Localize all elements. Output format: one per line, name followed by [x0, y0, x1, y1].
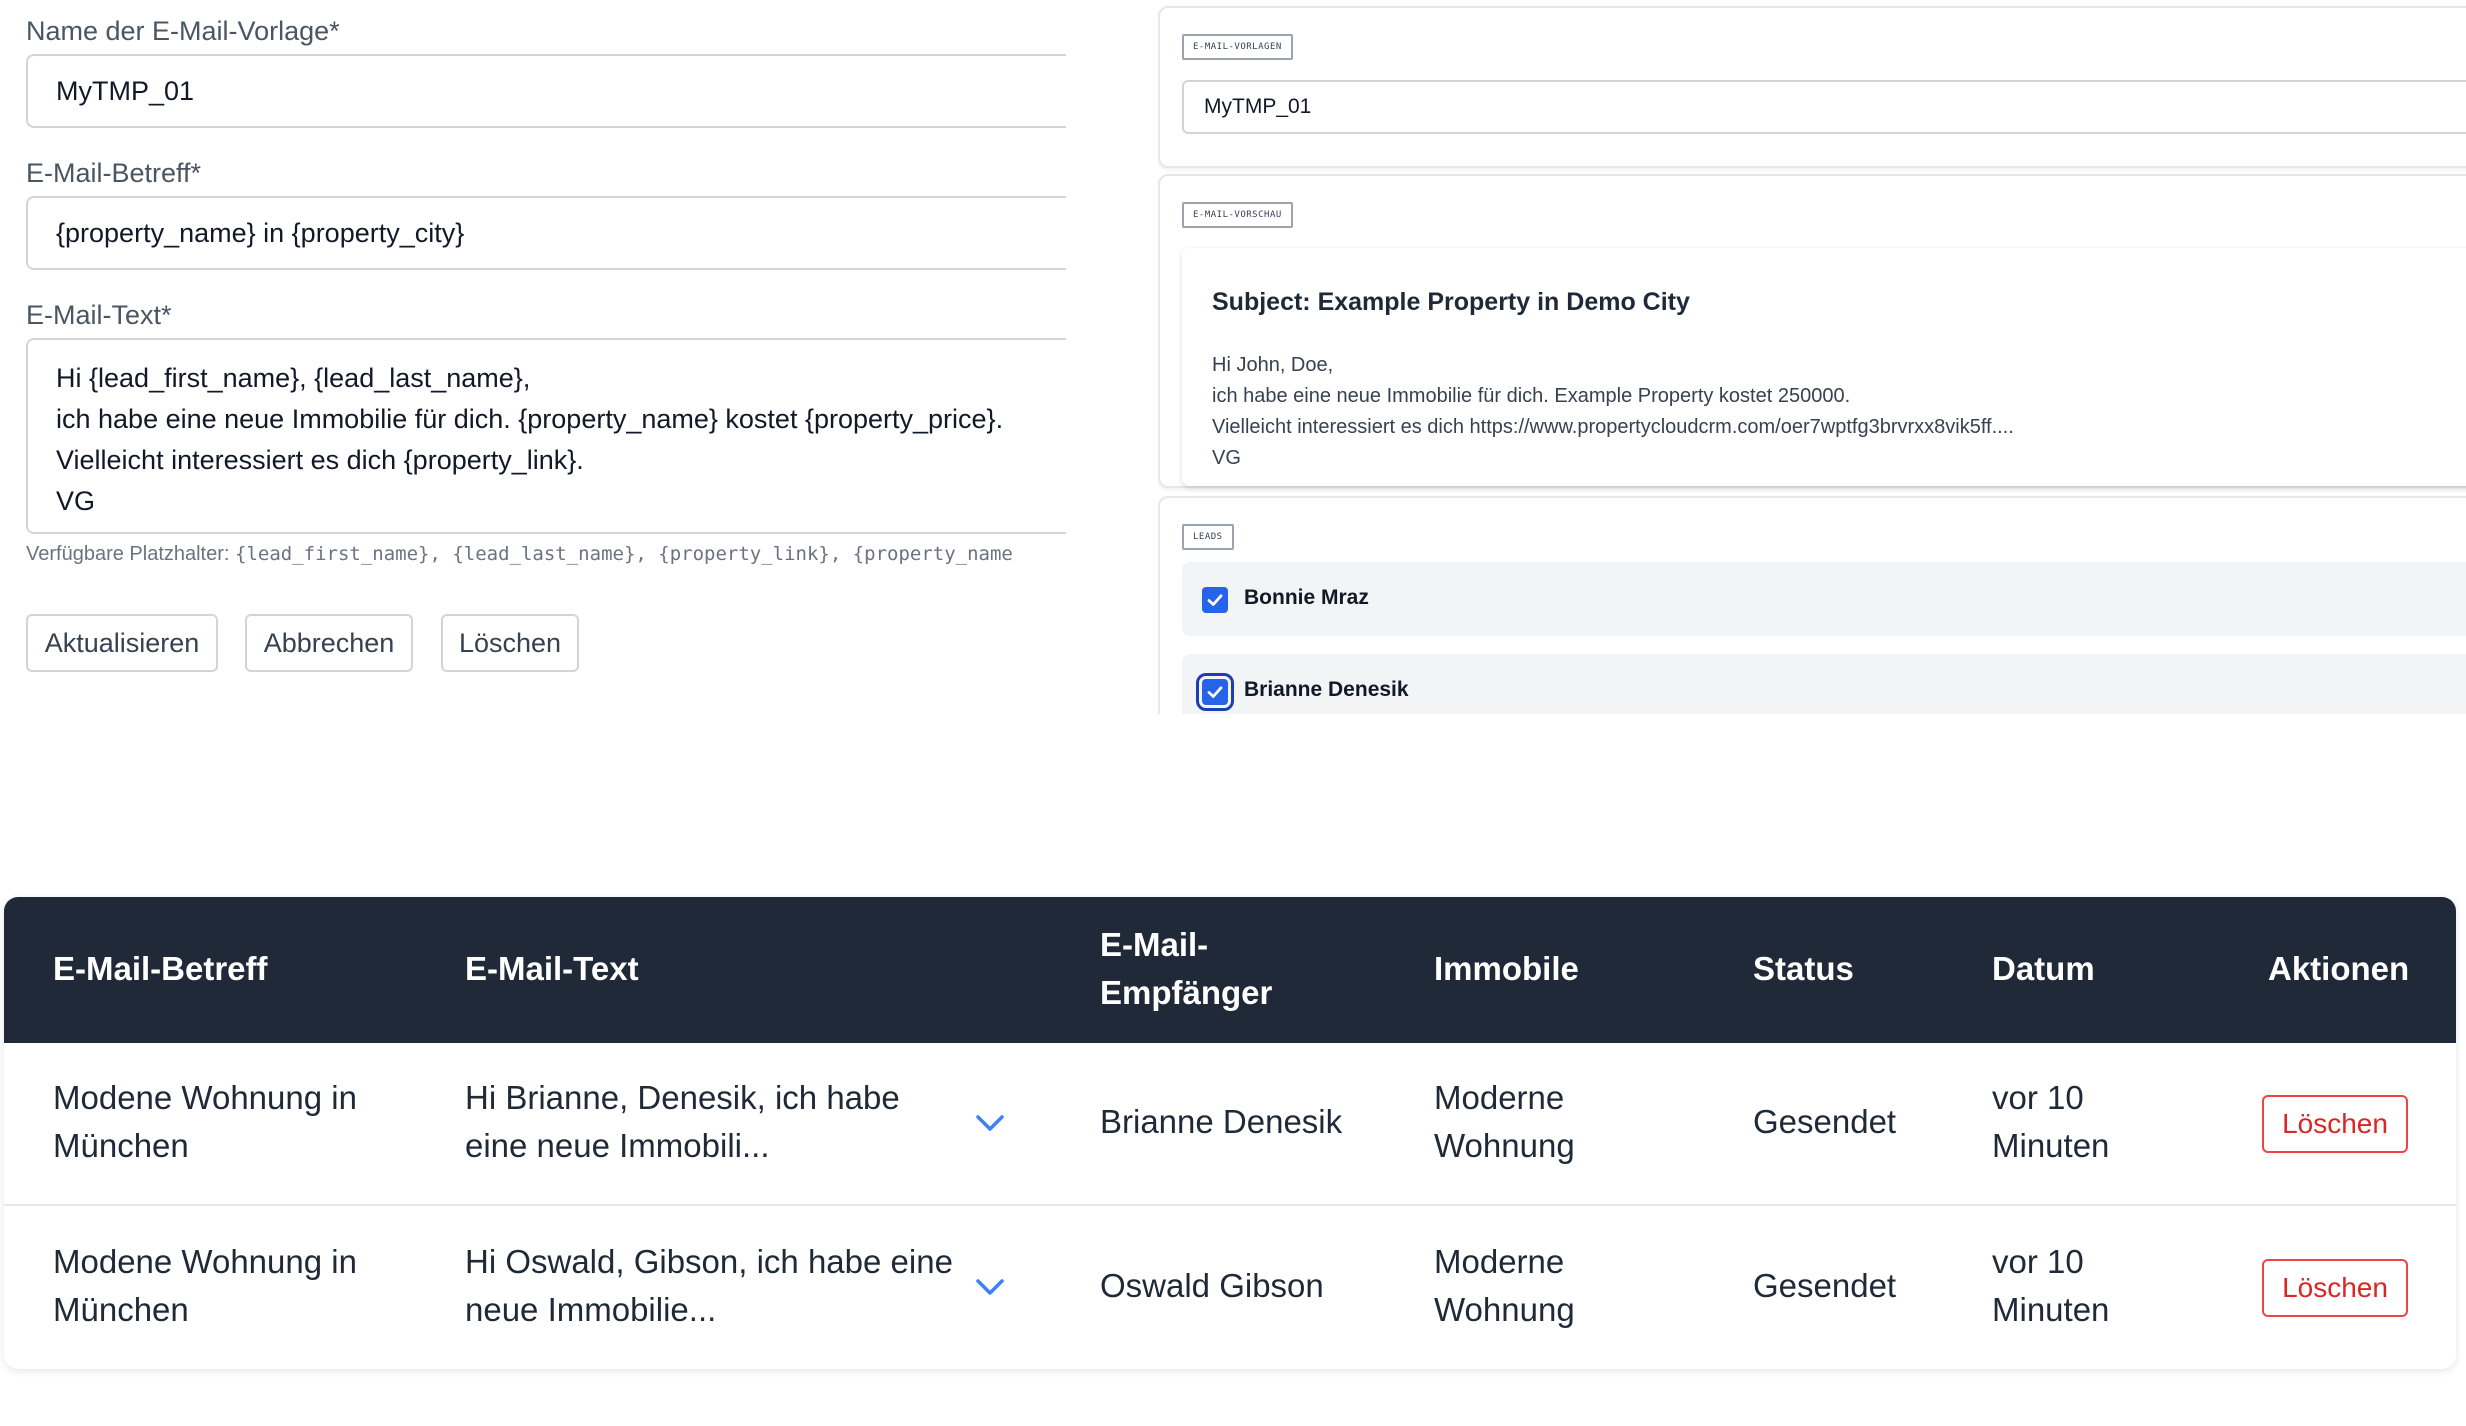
preview-tag: E-MAIL-VORSCHAU	[1182, 202, 1293, 228]
header-recipient: E-Mail- Empfänger	[1100, 921, 1272, 1017]
cell-subject-line: München	[53, 1127, 189, 1164]
preview-line: VG	[1212, 447, 1241, 469]
update-button[interactable]: Aktualisieren	[26, 614, 218, 672]
cell-property-line: Moderne	[1434, 1243, 1565, 1280]
email-preview-card: Subject: Example Property in Demo City H…	[1182, 248, 2466, 486]
preview-line: Hi John, Doe,	[1212, 354, 1334, 376]
cell-recipient: Oswald Gibson	[1100, 1267, 1324, 1304]
lead-checkbox[interactable]	[1202, 587, 1228, 613]
email-preview-panel: E-MAIL-VORSCHAU Subject: Example Propert…	[1158, 174, 2466, 488]
preview-subject: Subject: Example Property in Demo City	[1212, 288, 1690, 316]
chevron-down-icon[interactable]	[972, 1275, 1008, 1299]
cell-text: Hi Brianne, Denesik, ich habe eine neue …	[465, 1074, 900, 1170]
cell-subject-line: Modene Wohnung in	[53, 1243, 357, 1280]
placeholder-hint-prefix: Verfügbare Platzhalter:	[26, 543, 236, 565]
delete-row-button[interactable]: Löschen	[2262, 1095, 2408, 1153]
header-text: E-Mail-Text	[465, 950, 639, 987]
preview-column: E-MAIL-VORLAGEN MyTMP_01 E-MAIL-VORSCHAU…	[1158, 0, 2466, 714]
sent-emails-table: E-Mail-Betreff E-Mail-Text E-Mail- Empfä…	[4, 897, 2456, 1369]
cell-subject-line: Modene Wohnung in	[53, 1079, 357, 1116]
cell-property-line: Wohnung	[1434, 1291, 1575, 1328]
template-select[interactable]: MyTMP_01	[1182, 80, 2466, 134]
leads-panel: LEADS Bonnie Mraz Brianne Denesik	[1158, 496, 2466, 714]
header-recipient-line: Empfänger	[1100, 974, 1273, 1011]
template-name-label: Name der E-Mail-Vorlage*	[26, 16, 340, 46]
check-icon	[1207, 594, 1223, 606]
cell-text-line: eine neue Immobili...	[465, 1127, 770, 1164]
check-icon	[1207, 686, 1223, 698]
email-text-line: ich habe eine neue Immobilie für dich. {…	[56, 404, 1004, 434]
lead-row[interactable]: Brianne Denesik	[1182, 654, 2466, 714]
template-name-input[interactable]: MyTMP_01	[26, 54, 1066, 128]
cell-date: vor 10 Minuten	[1992, 1238, 2109, 1334]
table-row: Modene Wohnung in München Hi Oswald, Gib…	[4, 1208, 2456, 1369]
email-text-line: Hi {lead_first_name}, {lead_last_name},	[56, 363, 531, 393]
preview-line: ich habe eine neue Immobilie für dich. E…	[1212, 385, 1851, 407]
delete-row-button[interactable]: Löschen	[2262, 1259, 2408, 1317]
cancel-button[interactable]: Abbrechen	[245, 614, 413, 672]
table-header: E-Mail-Betreff E-Mail-Text E-Mail- Empfä…	[4, 897, 2456, 1043]
cell-text-line: Hi Oswald, Gibson, ich habe eine	[465, 1243, 953, 1280]
template-form: Name der E-Mail-Vorlage* MyTMP_01 E-Mail…	[26, 0, 1066, 700]
header-actions: Aktionen	[2268, 950, 2410, 987]
templates-tag: E-MAIL-VORLAGEN	[1182, 34, 1293, 60]
cell-recipient: Brianne Denesik	[1100, 1103, 1343, 1140]
table-row: Modene Wohnung in München Hi Brianne, De…	[4, 1043, 2456, 1206]
cell-date-line: Minuten	[1992, 1127, 2110, 1164]
header-date: Datum	[1992, 950, 2095, 987]
placeholder-list: {lead_first_name}, {lead_last_name}, {pr…	[235, 543, 1013, 565]
email-text-label: E-Mail-Text*	[26, 300, 172, 330]
cell-date-line: Minuten	[1992, 1291, 2110, 1328]
delete-template-button[interactable]: Löschen	[441, 614, 579, 672]
subject-label: E-Mail-Betreff*	[26, 158, 202, 188]
cell-status: Gesendet	[1753, 1267, 1897, 1304]
lead-row[interactable]: Bonnie Mraz	[1182, 562, 2466, 636]
cell-date-line: vor 10	[1992, 1079, 2084, 1116]
leads-tag: LEADS	[1182, 524, 1234, 550]
cell-subject: Modene Wohnung in München	[53, 1074, 357, 1170]
email-text-line: Vielleicht interessiert es dich {propert…	[56, 445, 584, 475]
cell-date-line: vor 10	[1992, 1243, 2084, 1280]
lead-name: Bonnie Mraz	[1244, 586, 1369, 609]
cell-subject-line: München	[53, 1291, 189, 1328]
templates-panel: E-MAIL-VORLAGEN MyTMP_01	[1158, 6, 2466, 168]
email-text-line: VG	[56, 486, 96, 516]
lead-name: Brianne Denesik	[1244, 678, 1409, 701]
header-property: Immobile	[1434, 950, 1579, 987]
lead-checkbox[interactable]	[1196, 673, 1234, 711]
header-status: Status	[1753, 950, 1854, 987]
subject-input[interactable]: {property_name} in {property_city}	[26, 196, 1066, 270]
placeholder-hint: Verfügbare Platzhalter: {lead_first_name…	[26, 543, 1013, 566]
cell-text: Hi Oswald, Gibson, ich habe eine neue Im…	[465, 1238, 953, 1334]
header-subject: E-Mail-Betreff	[53, 950, 268, 987]
cell-subject: Modene Wohnung in München	[53, 1238, 357, 1334]
cell-property: Moderne Wohnung	[1434, 1074, 1575, 1170]
header-recipient-line: E-Mail-	[1100, 926, 1209, 963]
cell-property-line: Wohnung	[1434, 1127, 1575, 1164]
chevron-down-icon[interactable]	[972, 1111, 1008, 1135]
cell-text-line: neue Immobilie...	[465, 1291, 717, 1328]
cell-status: Gesendet	[1753, 1103, 1897, 1140]
email-text-textarea[interactable]: Hi {lead_first_name}, {lead_last_name}, …	[26, 338, 1066, 534]
cell-text-line: Hi Brianne, Denesik, ich habe	[465, 1079, 900, 1116]
cell-date: vor 10 Minuten	[1992, 1074, 2109, 1170]
preview-line: Vielleicht interessiert es dich https://…	[1212, 416, 2014, 438]
cell-property-line: Moderne	[1434, 1079, 1565, 1116]
cell-property: Moderne Wohnung	[1434, 1238, 1575, 1334]
